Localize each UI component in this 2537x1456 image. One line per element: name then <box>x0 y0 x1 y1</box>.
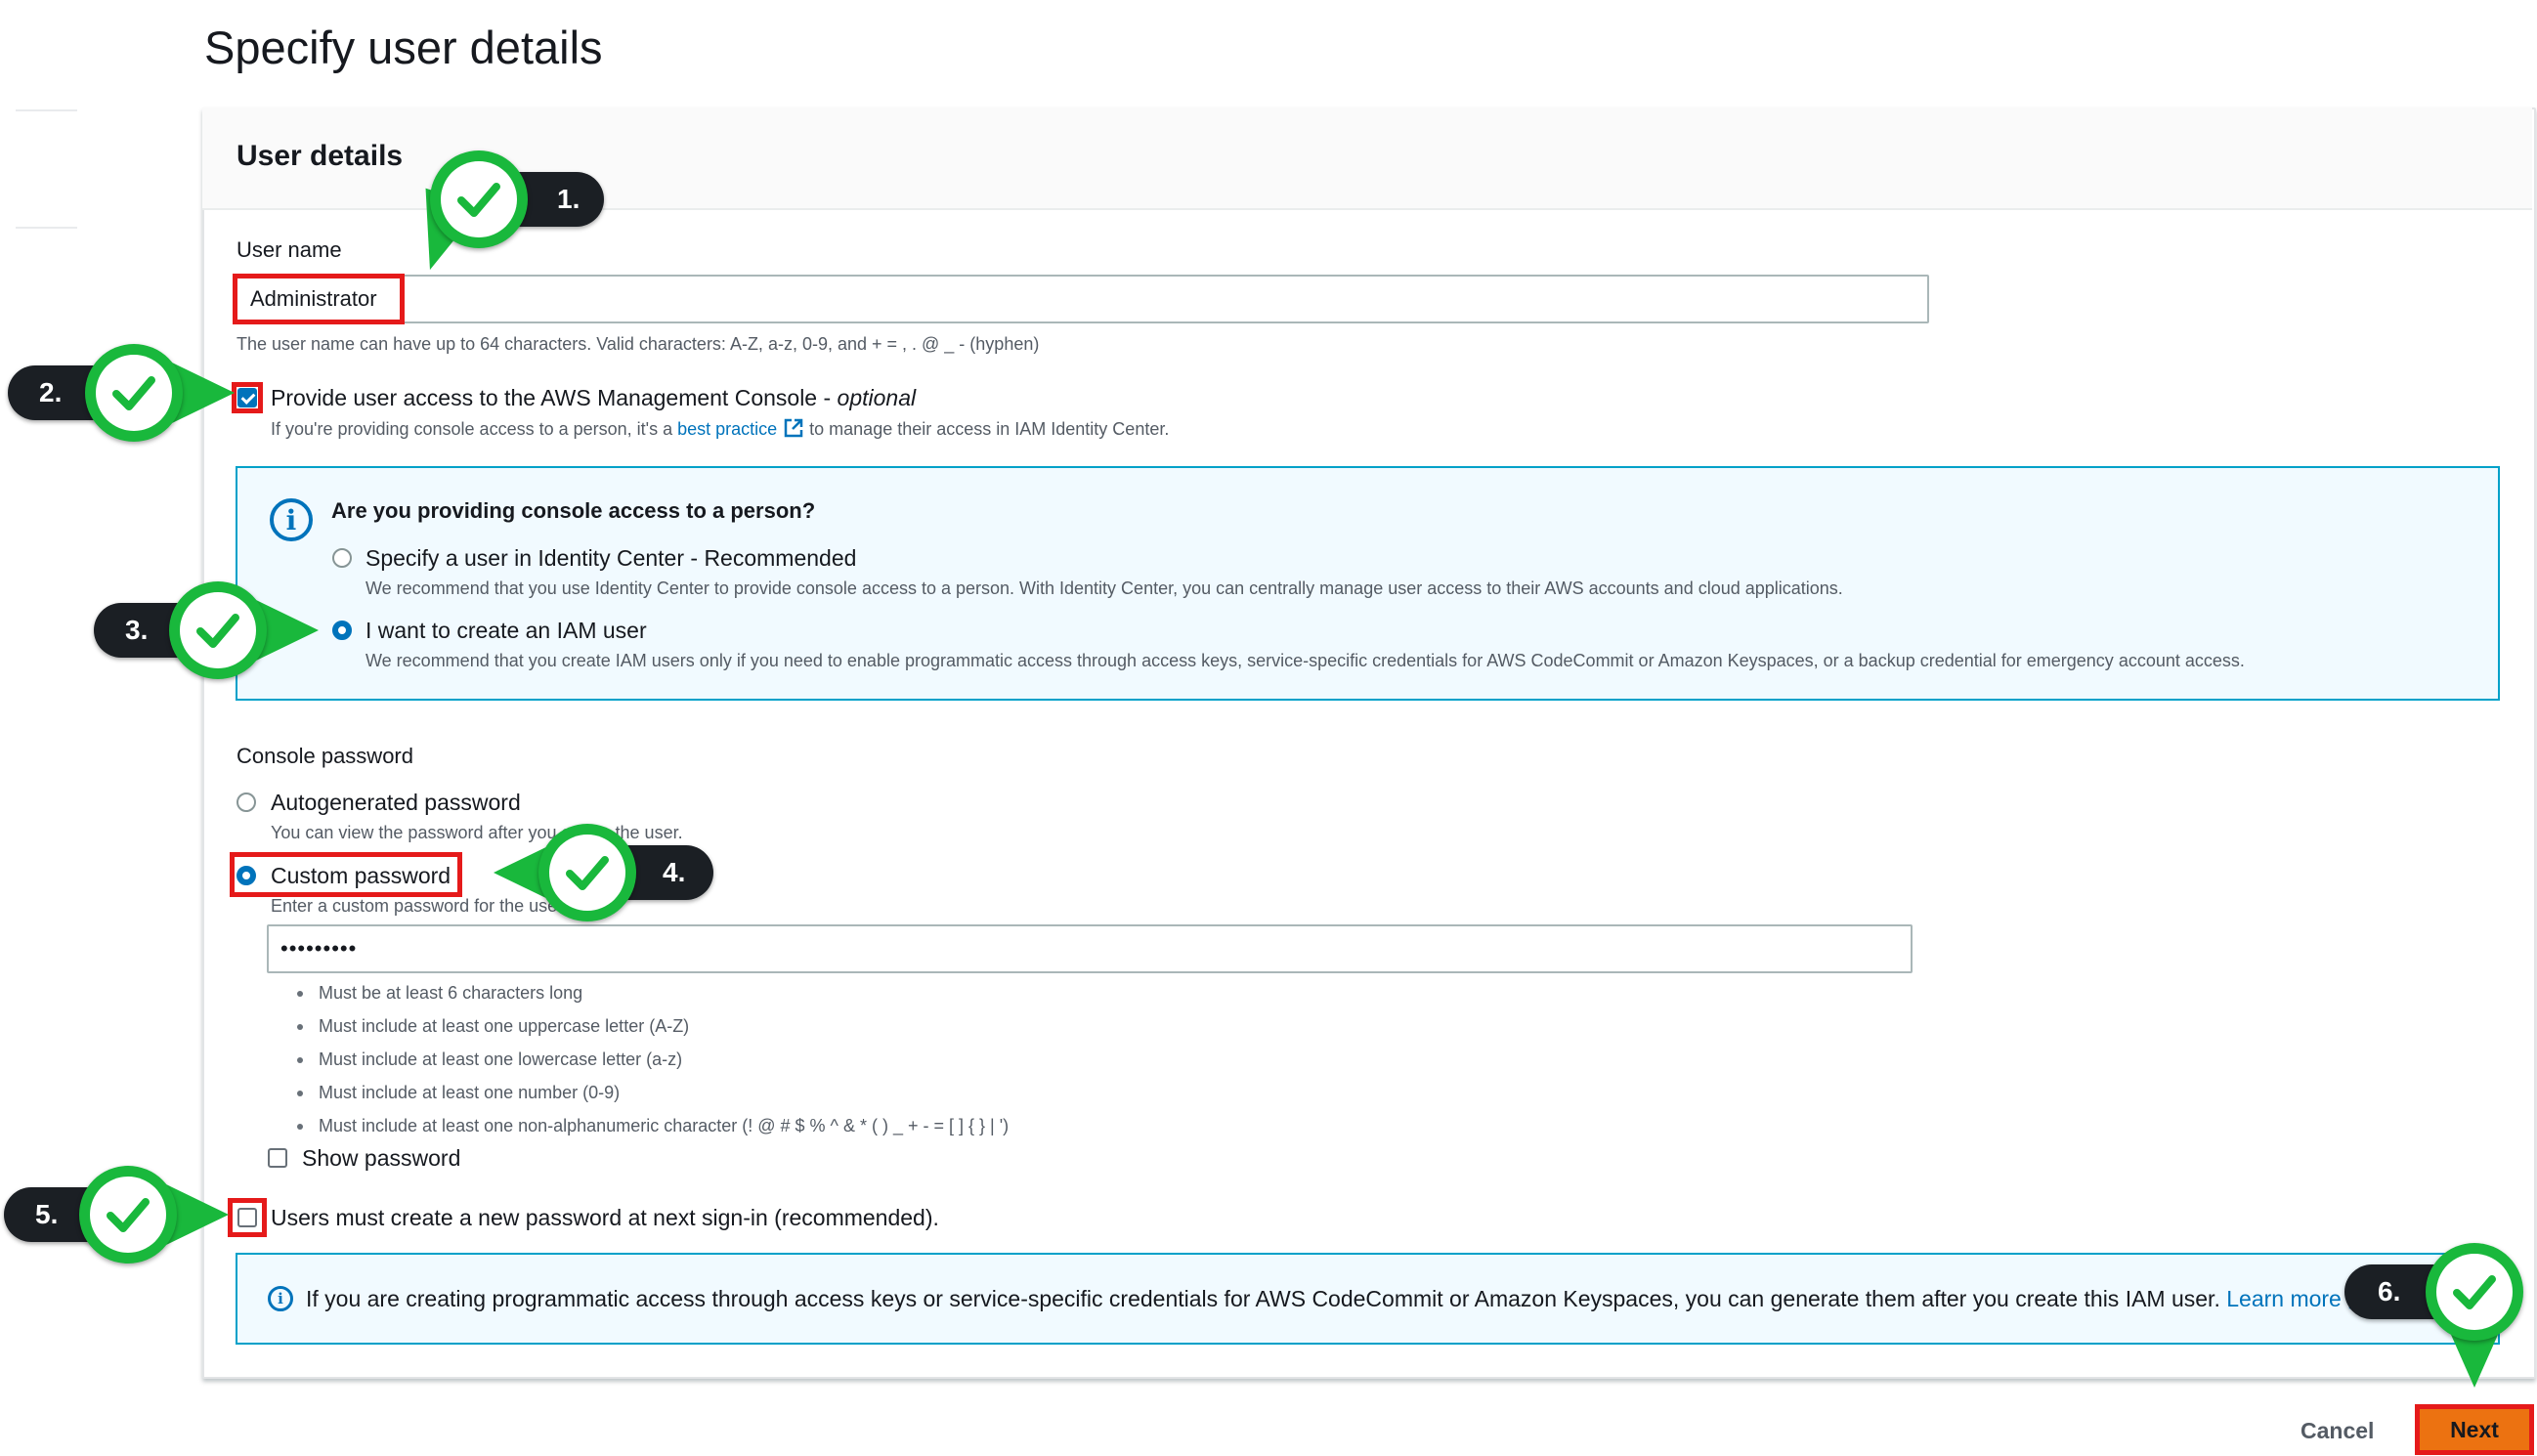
console-access-label[interactable]: Provide user access to the AWS Managemen… <box>271 383 916 412</box>
password-rule: Must include at least one number (0-9) <box>295 1076 1009 1109</box>
programmatic-info-body: If you are creating programmatic access … <box>306 1286 2220 1311</box>
console-access-hint: If you're providing console access to a … <box>271 417 1169 441</box>
reset-password-checkbox[interactable] <box>237 1208 257 1227</box>
person-question: Are you providing console access to a pe… <box>331 498 816 523</box>
programmatic-info-text: If you are creating programmatic access … <box>306 1284 2369 1313</box>
step-3-check-icon <box>169 581 267 679</box>
side-divider <box>16 109 77 111</box>
console-password-label: Console password <box>236 744 413 768</box>
info-icon: i <box>268 1286 293 1311</box>
step-2-check-icon <box>85 344 183 442</box>
autogenerated-password-label[interactable]: Autogenerated password <box>271 788 521 817</box>
step-4-number: 4. <box>663 857 686 887</box>
step-3-number: 3. <box>125 615 149 645</box>
external-link-icon <box>784 418 803 438</box>
cancel-button[interactable]: Cancel <box>2300 1418 2374 1444</box>
console-hint-suffix: to manage their access in IAM Identity C… <box>804 419 1170 439</box>
iam-user-label[interactable]: I want to create an IAM user <box>366 616 647 645</box>
next-button[interactable]: Next <box>2415 1404 2534 1455</box>
identity-center-radio[interactable] <box>332 548 352 568</box>
custom-password-value: ••••••••• <box>280 936 358 961</box>
side-divider <box>16 227 77 229</box>
user-name-highlight <box>233 274 405 324</box>
console-access-label-text: Provide user access to the AWS Managemen… <box>271 385 838 410</box>
password-rule: Must include at least one lowercase lett… <box>295 1043 1009 1076</box>
identity-center-label[interactable]: Specify a user in Identity Center - Reco… <box>366 543 856 573</box>
password-rules-list: Must be at least 6 characters long Must … <box>295 976 1009 1142</box>
user-name-label: User name <box>236 237 342 262</box>
show-password-checkbox[interactable] <box>268 1148 287 1168</box>
custom-password-input[interactable]: ••••••••• <box>267 924 1913 973</box>
password-rule: Must include at least one uppercase lett… <box>295 1009 1009 1043</box>
console-access-checkbox[interactable] <box>237 388 257 407</box>
iam-user-radio[interactable] <box>332 621 352 640</box>
page-title: Specify user details <box>204 21 603 73</box>
step-1-number: 1. <box>557 184 580 214</box>
iam-user-desc: We recommend that you create IAM users o… <box>366 651 2245 670</box>
panel-title: User details <box>236 140 404 172</box>
step-5-check-icon <box>79 1166 177 1263</box>
password-rule: Must be at least 6 characters long <box>295 976 1009 1009</box>
step-5-number: 5. <box>35 1199 59 1229</box>
custom-password-highlight <box>230 852 462 897</box>
step-6-number: 6. <box>2378 1276 2401 1306</box>
reset-password-label[interactable]: Users must create a new password at next… <box>271 1203 939 1232</box>
identity-center-desc: We recommend that you use Identity Cente… <box>366 578 1843 598</box>
info-icon: i <box>270 498 313 541</box>
optional-tag: optional <box>837 385 917 410</box>
step-2-number: 2. <box>39 377 63 407</box>
learn-more-link[interactable]: Learn more <box>2226 1286 2342 1311</box>
step-6-check-icon <box>2426 1243 2523 1341</box>
step-1-check-icon <box>430 150 528 248</box>
step-4-check-icon <box>538 824 636 921</box>
console-hint-prefix: If you're providing console access to a … <box>271 419 678 439</box>
password-rule: Must include at least one non-alphanumer… <box>295 1109 1009 1142</box>
autogenerated-password-radio[interactable] <box>236 792 256 812</box>
best-practice-link[interactable]: best practice <box>677 419 777 439</box>
user-name-hint: The user name can have up to 64 characte… <box>236 334 1040 354</box>
user-name-input[interactable]: Administrator <box>235 275 1929 323</box>
show-password-label[interactable]: Show password <box>302 1143 460 1173</box>
